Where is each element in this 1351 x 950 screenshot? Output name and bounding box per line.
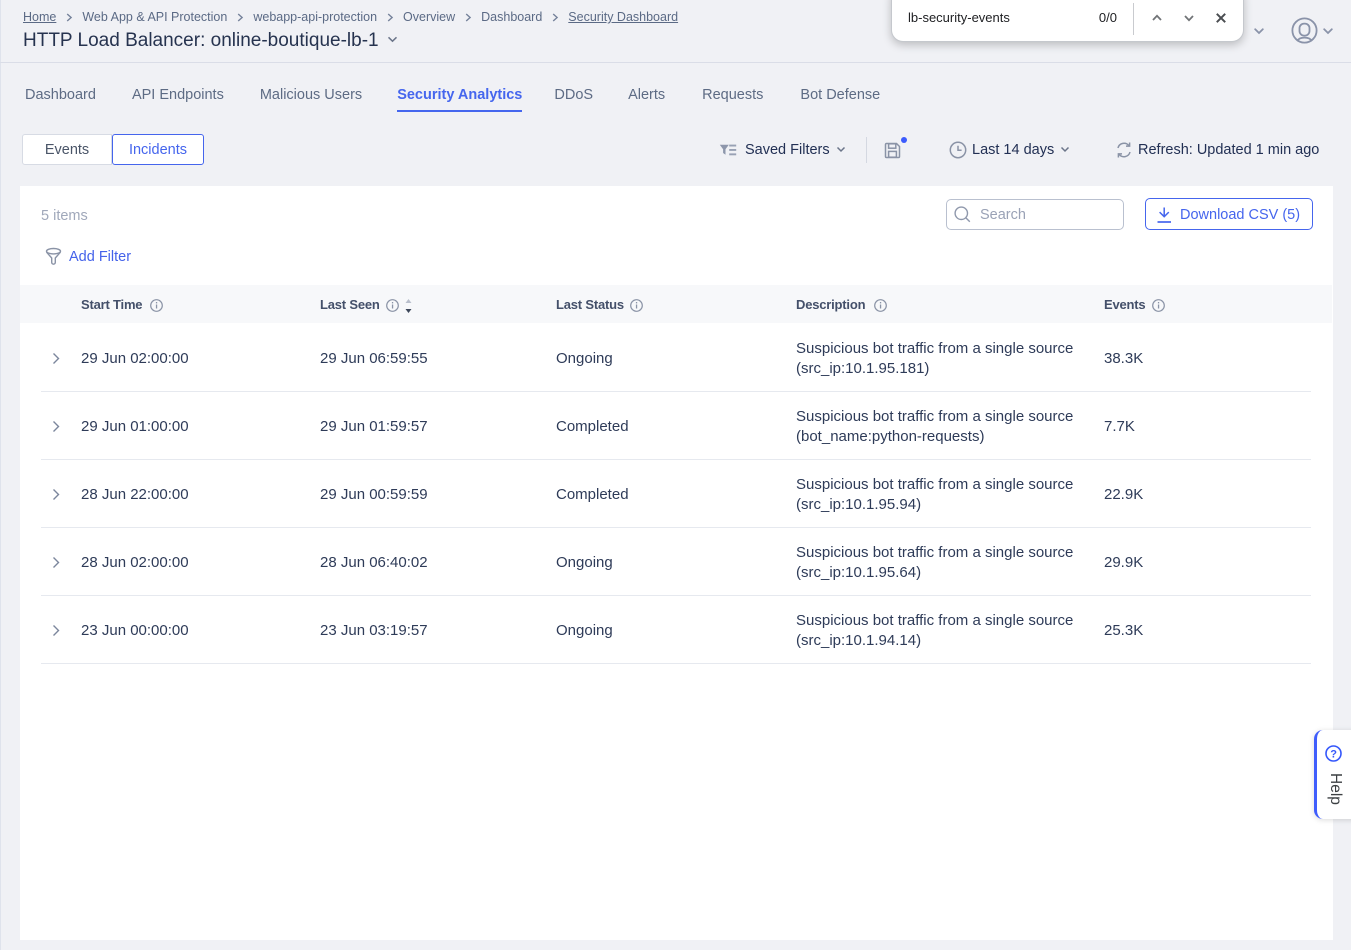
svg-text:?: ? <box>1330 749 1337 761</box>
